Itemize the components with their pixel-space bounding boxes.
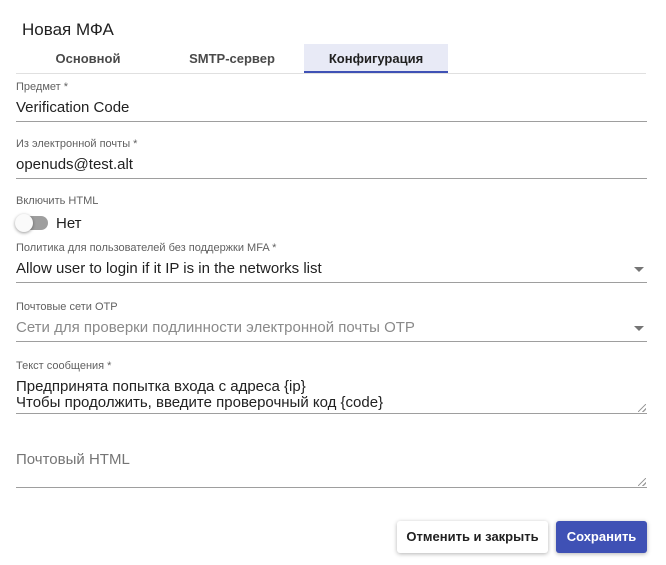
subject-field: Предмет * <box>16 80 647 122</box>
enable-html-label: Включить HTML <box>16 195 99 207</box>
enable-html-toggle[interactable] <box>15 214 48 232</box>
mail-html-box <box>16 448 647 488</box>
cancel-and-close-button[interactable]: Отменить и закрыть <box>397 521 548 553</box>
toggle-thumb <box>15 214 33 232</box>
message-text-box <box>16 373 647 415</box>
from-email-label: Из электронной почты * <box>16 138 138 150</box>
message-text-input[interactable] <box>16 379 647 415</box>
policy-label: Политика для пользователей без поддержки… <box>16 242 277 254</box>
policy-select[interactable]: Allow user to login if it IP is in the n… <box>16 255 647 283</box>
dialog-title: Новая МФА <box>22 20 114 39</box>
enable-html-field: Включить HTML Нет <box>15 194 647 236</box>
save-button[interactable]: Сохранить <box>556 521 647 553</box>
from-email-input[interactable] <box>16 156 647 173</box>
subject-label: Предмет * <box>16 81 69 93</box>
policy-selected-value: Allow user to login if it IP is in the n… <box>16 260 322 277</box>
subject-input-line <box>16 94 647 122</box>
enable-html-state: Нет <box>56 214 82 232</box>
otp-networks-placeholder: Сети для проверки подлинности электронно… <box>16 319 415 336</box>
dropdown-arrow-icon <box>634 267 644 272</box>
otp-networks-label: Почтовые сети OTP <box>16 301 118 313</box>
message-text-field: Текст сообщения * <box>16 359 647 415</box>
message-text-label: Текст сообщения * <box>16 360 112 372</box>
dropdown-arrow-icon <box>634 326 644 331</box>
otp-networks-select[interactable]: Сети для проверки подлинности электронно… <box>16 314 647 342</box>
subject-input[interactable] <box>16 99 647 116</box>
resize-handle-icon[interactable] <box>638 404 646 412</box>
mail-html-field <box>16 448 647 488</box>
tab-smtp-server[interactable]: SMTP-сервер <box>160 44 304 73</box>
from-email-input-line <box>16 151 647 179</box>
policy-field: Политика для пользователей без поддержки… <box>16 241 647 283</box>
otp-networks-field: Почтовые сети OTP Сети для проверки подл… <box>16 300 647 342</box>
tab-bar: Основной SMTP-сервер Конфигурация <box>16 44 646 74</box>
tab-configuration[interactable]: Конфигурация <box>304 44 448 73</box>
tab-main[interactable]: Основной <box>16 44 160 73</box>
enable-html-toggle-row: Нет <box>15 210 647 236</box>
resize-handle-icon[interactable] <box>638 478 646 486</box>
from-email-field: Из электронной почты * <box>16 137 647 179</box>
mail-html-input[interactable] <box>16 452 647 472</box>
